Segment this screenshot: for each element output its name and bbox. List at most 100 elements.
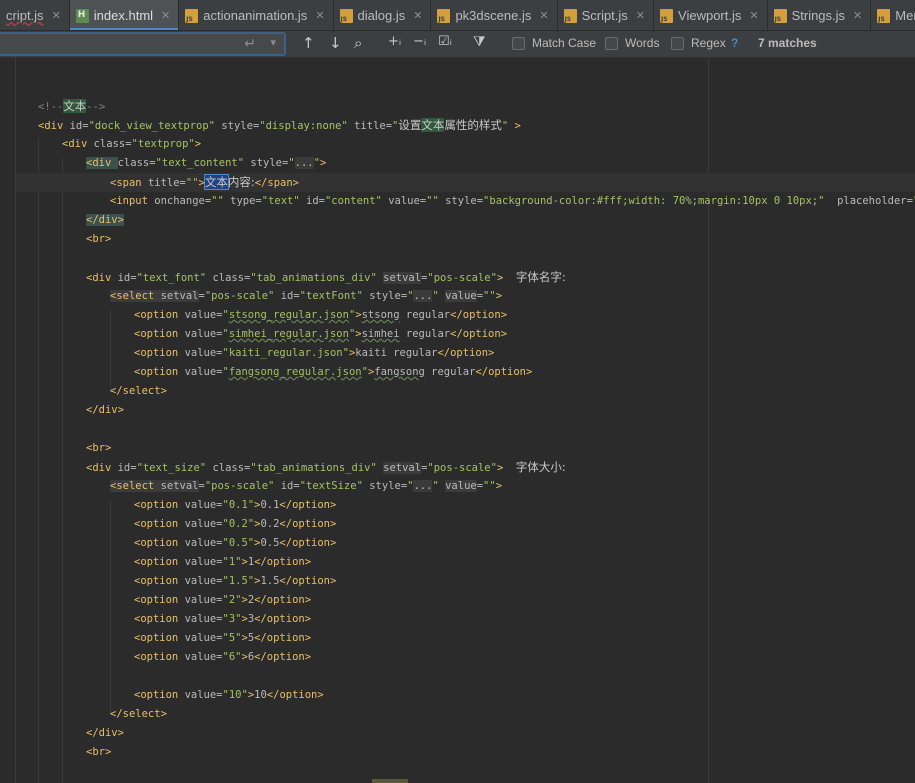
close-tab-icon[interactable]: ✕ bbox=[52, 9, 61, 22]
code-token: </option> bbox=[254, 594, 312, 606]
code-token: <div bbox=[86, 157, 118, 169]
code-line: <br> bbox=[86, 439, 111, 458]
code-token: "kaiti_regular.json" bbox=[222, 347, 349, 359]
tab-pk3dscene-js[interactable]: pk3dscene.js ✕ bbox=[431, 0, 558, 30]
code-token: id= bbox=[280, 290, 300, 302]
code-editor[interactable]: <!--文本--> <div id="dock_view_textprop" st… bbox=[0, 58, 915, 783]
tab-strings-js[interactable]: Strings.js ✕ bbox=[768, 0, 872, 30]
code-token: "content" bbox=[324, 195, 389, 207]
regex-box[interactable] bbox=[671, 36, 684, 50]
code-line: <select setval="pos-scale" id="textSize"… bbox=[110, 477, 502, 496]
code-line: </select> bbox=[110, 705, 167, 724]
code-token: "0.5" bbox=[222, 537, 255, 549]
code-line: </div> bbox=[86, 211, 124, 230]
tab-men[interactable]: Men bbox=[871, 0, 915, 30]
code-token: "pos-scale" bbox=[204, 480, 281, 492]
code-token: <select bbox=[110, 480, 161, 492]
tab-label: Script.js bbox=[581, 8, 628, 23]
code-token: class= bbox=[93, 138, 132, 150]
code-line: <br> bbox=[86, 230, 111, 249]
gutter-divider bbox=[15, 58, 16, 783]
code-token: </div> bbox=[86, 404, 124, 416]
code-token: " bbox=[432, 480, 446, 492]
code-line: <span title="">文本内容:</span> bbox=[110, 173, 299, 192]
code-token: <option bbox=[134, 518, 185, 530]
tab-viewport-js[interactable]: Viewport.js ✕ bbox=[654, 0, 768, 30]
remove-selection-icon[interactable]: −ᵢ bbox=[413, 34, 426, 49]
code-token: value= bbox=[184, 328, 223, 340]
tab-label: cript.js bbox=[6, 8, 44, 23]
code-line: <option value="0.2">0.2</option> bbox=[134, 515, 336, 534]
history-dropdown-icon[interactable]: ▾ bbox=[270, 36, 276, 49]
match-count: 7 matches bbox=[758, 36, 817, 50]
code-token: title= bbox=[354, 120, 393, 132]
code-line: <option value="0.1">0.1</option> bbox=[134, 496, 336, 515]
code-token: "background-color:#fff;width: 70%;margin… bbox=[483, 195, 838, 207]
code-token: </select> bbox=[110, 385, 167, 397]
tab-dialog-js[interactable]: dialog.js ✕ bbox=[334, 0, 432, 30]
tab-cript-js[interactable]: cript.js ✕ bbox=[0, 0, 70, 30]
code-line: <div id="text_size" class="tab_animation… bbox=[86, 458, 566, 477]
code-token: fangsong_regular.json bbox=[228, 366, 362, 378]
code-token: > bbox=[319, 157, 327, 169]
code-line: <option value="10">10</option> bbox=[134, 686, 324, 705]
code-token: "tab_animations_div" bbox=[250, 272, 384, 284]
next-occurrence-icon[interactable]: ↓ bbox=[329, 34, 342, 52]
match-case-checkbox[interactable]: Match Case bbox=[512, 36, 596, 50]
newline-icon[interactable]: ↵ bbox=[244, 35, 256, 52]
regex-checkbox[interactable]: Regex bbox=[671, 36, 726, 50]
close-tab-icon[interactable]: ✕ bbox=[315, 9, 324, 22]
code-token: <input bbox=[110, 195, 155, 207]
code-token: 0.5 bbox=[260, 537, 280, 549]
code-token: "" bbox=[185, 177, 199, 189]
code-token: simhei bbox=[361, 328, 400, 340]
close-tab-icon[interactable]: ✕ bbox=[539, 9, 548, 22]
js-file-icon bbox=[437, 8, 451, 23]
code-token: value= bbox=[184, 651, 223, 663]
regex-help-link[interactable]: ? bbox=[731, 36, 738, 50]
close-tab-icon[interactable]: ✕ bbox=[636, 9, 645, 22]
select-all-occurrences-icon[interactable]: ☑ᵢ bbox=[438, 34, 452, 49]
code-token: style= bbox=[445, 195, 484, 207]
code-token: <br> bbox=[86, 442, 112, 454]
add-selection-icon[interactable]: +ᵢ bbox=[388, 34, 401, 49]
code-line: <option value="0.5">0.5</option> bbox=[134, 534, 336, 553]
code-line: <div id="dock_view_textprop" style="disp… bbox=[38, 116, 521, 135]
tab-index-html[interactable]: index.html ✕ bbox=[69, 0, 180, 30]
code-token: "1" bbox=[222, 556, 242, 568]
close-tab-icon[interactable]: ✕ bbox=[853, 9, 862, 22]
close-tab-icon[interactable]: ✕ bbox=[161, 9, 170, 22]
words-checkbox[interactable]: Words bbox=[605, 36, 659, 50]
previous-occurrence-icon[interactable]: ↑ bbox=[302, 34, 315, 52]
code-line: <div class="text_content" style="..."> bbox=[86, 154, 326, 173]
code-line: </div> bbox=[86, 401, 124, 420]
find-all-icon[interactable]: ⌕ bbox=[354, 34, 362, 52]
close-tab-icon[interactable]: ✕ bbox=[413, 9, 422, 22]
code-token: style= bbox=[369, 480, 408, 492]
code-token: kaiti regular bbox=[355, 347, 438, 359]
code-token: "textSize" bbox=[299, 480, 370, 492]
code-token: value= bbox=[388, 195, 427, 207]
code-token: setval bbox=[383, 272, 422, 284]
tab-script-js[interactable]: Script.js ✕ bbox=[558, 0, 655, 30]
code-token: 字体大小: bbox=[515, 460, 566, 474]
code-token: ... bbox=[294, 157, 314, 169]
tab-label: Strings.js bbox=[791, 8, 846, 23]
code-token: "tab_animations_div" bbox=[250, 462, 384, 474]
code-token: 字体名字: bbox=[515, 270, 566, 284]
filter-icon[interactable]: ⧩ bbox=[473, 34, 486, 50]
code-token: type= bbox=[230, 195, 262, 207]
code-token: class= bbox=[212, 462, 251, 474]
code-token: </option> bbox=[437, 347, 495, 359]
close-tab-icon[interactable]: ✕ bbox=[749, 9, 758, 22]
match-case-box[interactable] bbox=[512, 36, 525, 50]
tab-actionanimation-js[interactable]: actionanimation.js ✕ bbox=[179, 0, 334, 30]
words-box[interactable] bbox=[605, 36, 618, 50]
code-token: > bbox=[496, 462, 516, 474]
code-token: <br> bbox=[86, 233, 112, 245]
code-token: value= bbox=[184, 518, 223, 530]
code-token: </option> bbox=[279, 518, 337, 530]
search-input[interactable]: ↵ ▾ bbox=[0, 32, 286, 56]
code-token: <select bbox=[110, 290, 161, 302]
code-token: value= bbox=[184, 594, 223, 606]
